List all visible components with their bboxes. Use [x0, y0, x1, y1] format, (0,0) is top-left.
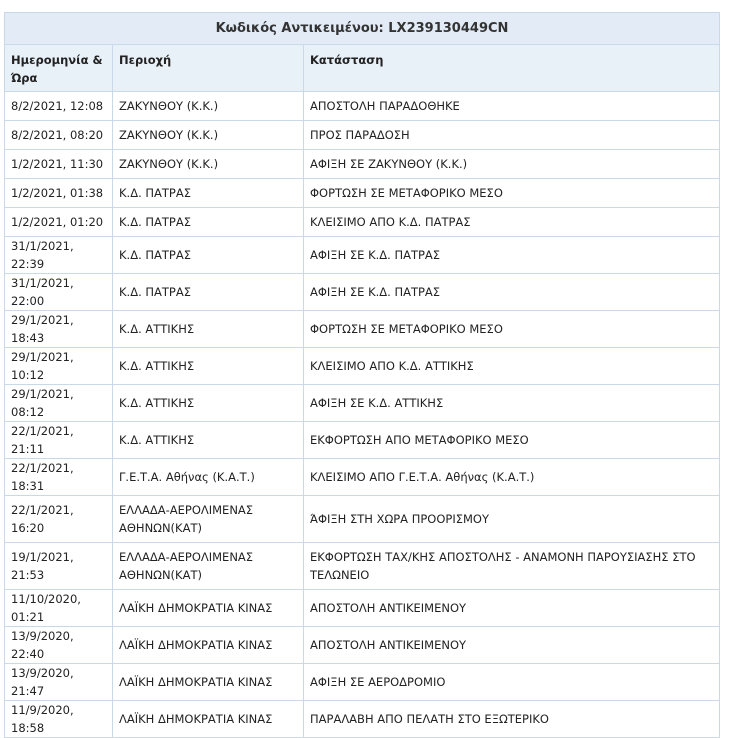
- cell-date: 11/9/2020, 18:58: [4, 700, 113, 738]
- cell-status: ΑΦΙΞΗ ΣΕ Κ.Δ. ΠΑΤΡΑΣ: [303, 236, 720, 274]
- cell-area: ΛΑΪΚΗ ΔΗΜΟΚΡΑΤΙΑ ΚΙΝΑΣ: [112, 663, 304, 701]
- table-row: 11/9/2020, 18:58 ΛΑΪΚΗ ΔΗΜΟΚΡΑΤΙΑ ΚΙΝΑΣ …: [4, 700, 720, 738]
- cell-date: 19/1/2021, 21:53: [4, 542, 113, 590]
- cell-status: ΕΚΦΟΡΤΩΣΗ ΑΠΟ ΜΕΤΑΦΟΡΙΚΟ ΜΕΣΟ: [303, 421, 720, 459]
- table-row: 1/2/2021, 11:30 ΖΑΚΥΝΘΟΥ (Κ.Κ.) ΑΦΙΞΗ ΣΕ…: [4, 149, 720, 179]
- cell-area: ΛΑΪΚΗ ΔΗΜΟΚΡΑΤΙΑ ΚΙΝΑΣ: [112, 589, 304, 627]
- tracking-rows: 8/2/2021, 12:08 ΖΑΚΥΝΘΟΥ (Κ.Κ.) ΑΠΟΣΤΟΛΗ…: [4, 91, 720, 738]
- cell-status: ΚΛΕΙΣΙΜΟ ΑΠΟ Γ.Ε.Τ.Α. Αθήνας (Κ.Α.Τ.): [303, 458, 720, 496]
- cell-area: Κ.Δ. ΠΑΤΡΑΣ: [112, 273, 304, 311]
- table-row: 31/1/2021, 22:39 Κ.Δ. ΠΑΤΡΑΣ ΑΦΙΞΗ ΣΕ Κ.…: [4, 236, 720, 274]
- table-row: 11/10/2020, 01:21 ΛΑΪΚΗ ΔΗΜΟΚΡΑΤΙΑ ΚΙΝΑΣ…: [4, 589, 720, 627]
- cell-date: 22/1/2021, 16:20: [4, 495, 113, 543]
- cell-date: 1/2/2021, 01:38: [4, 178, 113, 208]
- cell-area: Κ.Δ. ΑΤΤΙΚΗΣ: [112, 310, 304, 348]
- cell-status: ΚΛΕΙΣΙΜΟ ΑΠΟ Κ.Δ. ΑΤΤΙΚΗΣ: [303, 347, 720, 385]
- table-row: 29/1/2021, 18:43 Κ.Δ. ΑΤΤΙΚΗΣ ΦΟΡΤΩΣΗ ΣΕ…: [4, 310, 720, 348]
- cell-date: 29/1/2021, 08:12: [4, 384, 113, 422]
- item-code-caption: Κωδικός Αντικειμένου: LX239130449CN: [4, 12, 720, 45]
- cell-status: ΑΠΟΣΤΟΛΗ ΑΝΤΙΚΕΙΜΕΝΟΥ: [303, 626, 720, 664]
- table-row: 8/2/2021, 08:20 ΖΑΚΥΝΘΟΥ (Κ.Κ.) ΠΡΟΣ ΠΑΡ…: [4, 120, 720, 150]
- cell-date: 29/1/2021, 18:43: [4, 310, 113, 348]
- cell-area: ΛΑΪΚΗ ΔΗΜΟΚΡΑΤΙΑ ΚΙΝΑΣ: [112, 626, 304, 664]
- cell-status: ΑΦΙΞΗ ΣΕ Κ.Δ. ΑΤΤΙΚΗΣ: [303, 384, 720, 422]
- table-row: 1/2/2021, 01:38 Κ.Δ. ΠΑΤΡΑΣ ΦΟΡΤΩΣΗ ΣΕ Μ…: [4, 178, 720, 208]
- cell-status: ΕΚΦΟΡΤΩΣΗ ΤΑΧ/ΚΗΣ ΑΠΟΣΤΟΛΗΣ - ΑΝΑΜΟΝΗ ΠΑ…: [303, 542, 720, 590]
- cell-status: ΑΦΙΞΗ ΣΕ ΑΕΡΟΔΡΟΜΙΟ: [303, 663, 720, 701]
- cell-status: ΑΦΙΞΗ ΣΕ Κ.Δ. ΠΑΤΡΑΣ: [303, 273, 720, 311]
- cell-area: ΛΑΪΚΗ ΔΗΜΟΚΡΑΤΙΑ ΚΙΝΑΣ: [112, 700, 304, 738]
- cell-area: ΖΑΚΥΝΘΟΥ (Κ.Κ.): [112, 120, 304, 150]
- cell-status: ΑΠΟΣΤΟΛΗ ΑΝΤΙΚΕΙΜΕΝΟΥ: [303, 589, 720, 627]
- cell-area: Γ.Ε.Τ.Α. Αθήνας (Κ.Α.Τ.): [112, 458, 304, 496]
- cell-area: Κ.Δ. ΠΑΤΡΑΣ: [112, 207, 304, 237]
- table-row: 8/2/2021, 12:08 ΖΑΚΥΝΘΟΥ (Κ.Κ.) ΑΠΟΣΤΟΛΗ…: [4, 91, 720, 121]
- cell-date: 11/10/2020, 01:21: [4, 589, 113, 627]
- cell-status: ΦΟΡΤΩΣΗ ΣΕ ΜΕΤΑΦΟΡΙΚΟ ΜΕΣΟ: [303, 310, 720, 348]
- cell-date: 22/1/2021, 18:31: [4, 458, 113, 496]
- cell-date: 31/1/2021, 22:39: [4, 236, 113, 274]
- tracking-panel: Κωδικός Αντικειμένου: LX239130449CN Ημερ…: [4, 12, 720, 738]
- cell-date: 1/2/2021, 11:30: [4, 149, 113, 179]
- table-row: 19/1/2021, 21:53 ΕΛΛΑΔΑ-ΑΕΡΟΛΙΜΕΝΑΣ ΑΘΗΝ…: [4, 542, 720, 590]
- cell-status: ΦΟΡΤΩΣΗ ΣΕ ΜΕΤΑΦΟΡΙΚΟ ΜΕΣΟ: [303, 178, 720, 208]
- column-header-date: Ημερομηνία & Ώρα: [4, 44, 113, 92]
- cell-area: ΖΑΚΥΝΘΟΥ (Κ.Κ.): [112, 91, 304, 121]
- cell-status: ΑΠΟΣΤΟΛΗ ΠΑΡΑΔΟΘΗΚΕ: [303, 91, 720, 121]
- table-row: 13/9/2020, 22:40 ΛΑΪΚΗ ΔΗΜΟΚΡΑΤΙΑ ΚΙΝΑΣ …: [4, 626, 720, 664]
- cell-area: Κ.Δ. ΑΤΤΙΚΗΣ: [112, 384, 304, 422]
- table-row: 22/1/2021, 16:20 ΕΛΛΑΔΑ-ΑΕΡΟΛΙΜΕΝΑΣ ΑΘΗΝ…: [4, 495, 720, 543]
- table-row: 22/1/2021, 18:31 Γ.Ε.Τ.Α. Αθήνας (Κ.Α.Τ.…: [4, 458, 720, 496]
- table-row: 13/9/2020, 21:47 ΛΑΪΚΗ ΔΗΜΟΚΡΑΤΙΑ ΚΙΝΑΣ …: [4, 663, 720, 701]
- table-row: 1/2/2021, 01:20 Κ.Δ. ΠΑΤΡΑΣ ΚΛΕΙΣΙΜΟ ΑΠΟ…: [4, 207, 720, 237]
- cell-date: 29/1/2021, 10:12: [4, 347, 113, 385]
- cell-status: ΠΑΡΑΛΑΒΗ ΑΠΟ ΠΕΛΑΤΗ ΣΤΟ ΕΞΩΤΕΡΙΚΟ: [303, 700, 720, 738]
- cell-status: ΚΛΕΙΣΙΜΟ ΑΠΟ Κ.Δ. ΠΑΤΡΑΣ: [303, 207, 720, 237]
- cell-area: Κ.Δ. ΠΑΤΡΑΣ: [112, 236, 304, 274]
- cell-date: 31/1/2021, 22:00: [4, 273, 113, 311]
- tracking-table: Κωδικός Αντικειμένου: LX239130449CN Ημερ…: [4, 12, 720, 738]
- cell-date: 1/2/2021, 01:20: [4, 207, 113, 237]
- cell-area: Κ.Δ. ΠΑΤΡΑΣ: [112, 178, 304, 208]
- cell-status: ΑΦΙΞΗ ΣΕ ΖΑΚΥΝΘΟΥ (Κ.Κ.): [303, 149, 720, 179]
- cell-area: Κ.Δ. ΑΤΤΙΚΗΣ: [112, 421, 304, 459]
- cell-area: ΕΛΛΑΔΑ-ΑΕΡΟΛΙΜΕΝΑΣ ΑΘΗΝΩΝ(ΚΑΤ): [112, 542, 304, 590]
- cell-area: ΕΛΛΑΔΑ-ΑΕΡΟΛΙΜΕΝΑΣ ΑΘΗΝΩΝ(ΚΑΤ): [112, 495, 304, 543]
- cell-status: ΆΦΙΞΗ ΣΤΗ ΧΩΡΑ ΠΡΟΟΡΙΣΜΟΥ: [303, 495, 720, 543]
- cell-area: Κ.Δ. ΑΤΤΙΚΗΣ: [112, 347, 304, 385]
- cell-date: 13/9/2020, 21:47: [4, 663, 113, 701]
- table-row: 31/1/2021, 22:00 Κ.Δ. ΠΑΤΡΑΣ ΑΦΙΞΗ ΣΕ Κ.…: [4, 273, 720, 311]
- cell-status: ΠΡΟΣ ΠΑΡΑΔΟΣΗ: [303, 120, 720, 150]
- cell-date: 13/9/2020, 22:40: [4, 626, 113, 664]
- cell-date: 8/2/2021, 08:20: [4, 120, 113, 150]
- cell-date: 8/2/2021, 12:08: [4, 91, 113, 121]
- table-row: 29/1/2021, 08:12 Κ.Δ. ΑΤΤΙΚΗΣ ΑΦΙΞΗ ΣΕ Κ…: [4, 384, 720, 422]
- cell-date: 22/1/2021, 21:11: [4, 421, 113, 459]
- column-header-area: Περιοχή: [112, 44, 304, 92]
- table-row: 22/1/2021, 21:11 Κ.Δ. ΑΤΤΙΚΗΣ ΕΚΦΟΡΤΩΣΗ …: [4, 421, 720, 459]
- column-header-status: Κατάσταση: [303, 44, 720, 92]
- table-row: 29/1/2021, 10:12 Κ.Δ. ΑΤΤΙΚΗΣ ΚΛΕΙΣΙΜΟ Α…: [4, 347, 720, 385]
- cell-area: ΖΑΚΥΝΘΟΥ (Κ.Κ.): [112, 149, 304, 179]
